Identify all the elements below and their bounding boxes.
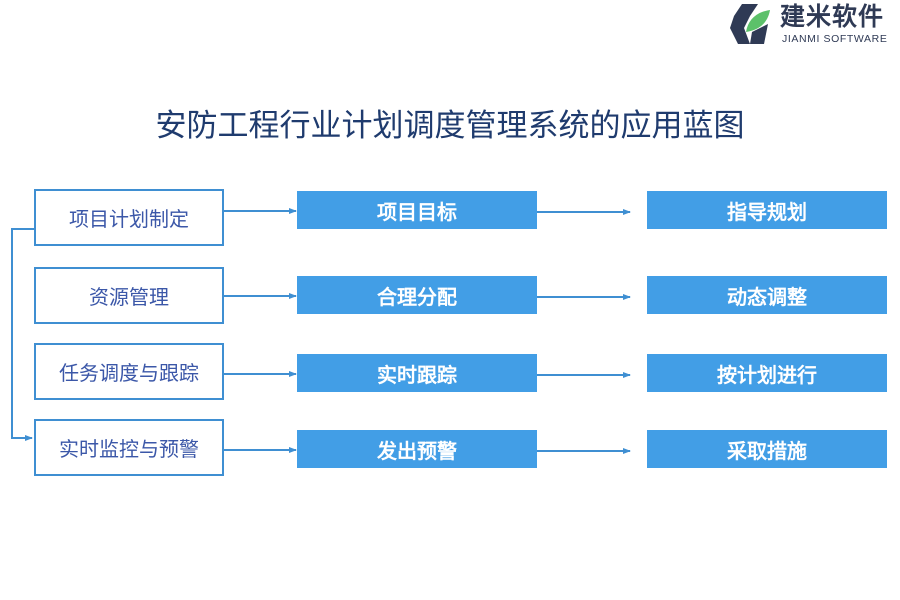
action-box-4: 发出预警	[297, 430, 537, 468]
action-box-2: 合理分配	[297, 276, 537, 314]
stage-box-2: 资源管理	[34, 267, 224, 324]
bracket-connector	[11, 228, 34, 441]
stage-box-4: 实时监控与预警	[34, 419, 224, 476]
action-box-3: 实时跟踪	[297, 354, 537, 392]
outcome-box-2: 动态调整	[647, 276, 887, 314]
outcome-box-3: 按计划进行	[647, 354, 887, 392]
outcome-box-4: 采取措施	[647, 430, 887, 468]
outcome-box-1: 指导规划	[647, 191, 887, 229]
action-box-1: 项目目标	[297, 191, 537, 229]
stage-box-3: 任务调度与跟踪	[34, 343, 224, 400]
stage-box-1: 项目计划制定	[34, 189, 224, 246]
